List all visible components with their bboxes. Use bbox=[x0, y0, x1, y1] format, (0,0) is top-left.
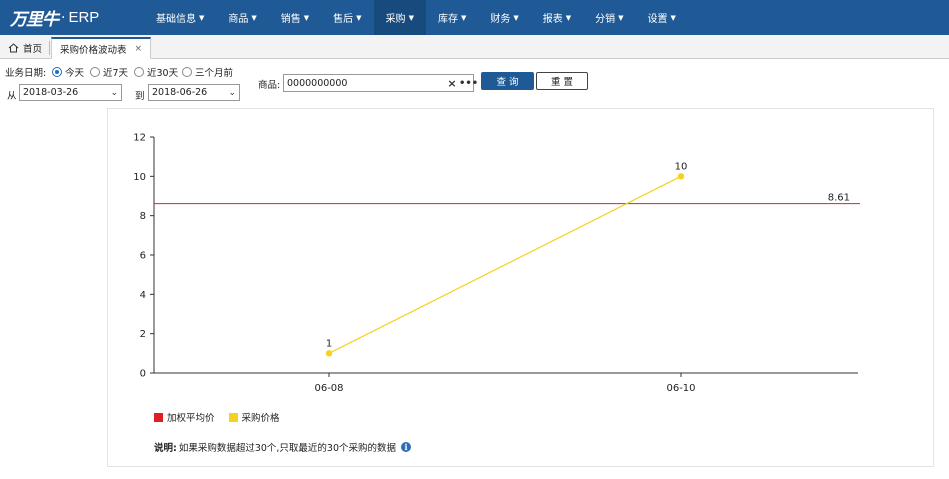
menu-goods[interactable]: 商品 ▼ bbox=[216, 0, 268, 35]
note-title: 说明: bbox=[154, 443, 177, 454]
tab-home-label: 首页 bbox=[23, 44, 43, 55]
x-tick-label: 06-08 bbox=[314, 383, 343, 394]
query-button[interactable]: 查 询 bbox=[481, 72, 534, 90]
more-icon[interactable]: ••• bbox=[459, 78, 478, 89]
y-tick-label: 8 bbox=[140, 211, 146, 222]
top-navbar: 万里牛 · ERP 基础信息 ▼ 商品 ▼ 销售 ▼ 售后 ▼ 采购 ▼ 库存 ▼ 财务 ▼ … bbox=[0, 0, 949, 35]
y-tick-label: 6 bbox=[140, 251, 146, 262]
price-fluctuation-chart: 0 2 4 6 8 10 12 06-08 06-10 8.61 1 10 bbox=[133, 133, 860, 394]
logo-dot: · bbox=[61, 9, 66, 26]
tab-purchase-price-fluctuation[interactable]: 采购价格波动表 × bbox=[51, 37, 152, 59]
radio-last-7-days[interactable]: 近7天 bbox=[90, 65, 128, 79]
chevron-down-icon: ⌄ bbox=[110, 87, 118, 98]
tab-divider bbox=[49, 41, 50, 55]
radio-last-30-days[interactable]: 近30天 bbox=[134, 65, 178, 79]
radio-today[interactable]: 今天 bbox=[52, 65, 84, 79]
to-label: 到 bbox=[135, 91, 145, 102]
to-date-value: 2018-06-26 bbox=[152, 87, 208, 98]
legend-label: 采购价格 bbox=[241, 413, 280, 424]
product-name: ERP bbox=[68, 9, 100, 26]
series-line-purchase-price bbox=[328, 175, 682, 354]
goods-field[interactable]: 0000000000 × ••• bbox=[283, 74, 478, 92]
tab-label: 采购价格波动表 bbox=[60, 44, 127, 56]
data-label-purchase-price: 1 bbox=[326, 338, 332, 349]
chevron-down-icon: ▼ bbox=[670, 13, 676, 22]
y-tick-label: 2 bbox=[140, 329, 146, 340]
chart-legend: 加权平均价 采购价格 bbox=[154, 410, 294, 424]
legend-label: 加权平均价 bbox=[167, 413, 215, 424]
chevron-down-icon: ⌄ bbox=[228, 87, 236, 98]
tab-home[interactable]: 首页 bbox=[0, 37, 50, 59]
legend-item-purchase-price[interactable]: 采购价格 bbox=[228, 410, 280, 424]
main-menu: 基础信息 ▼ 商品 ▼ 销售 ▼ 售后 ▼ 采购 ▼ 库存 ▼ 财务 ▼ 报表 ▼ 分销 ▼ 设置… bbox=[144, 0, 688, 35]
data-label-purchase-price: 10 bbox=[675, 161, 688, 172]
tab-strip: 首页 采购价格波动表 × bbox=[0, 35, 949, 59]
legend-swatch-yellow bbox=[228, 412, 238, 422]
chart-note: 说明: 如果采购数据超过30个,只取最近的30个采购的数据 i bbox=[154, 440, 412, 454]
chevron-down-icon: ▼ bbox=[303, 13, 310, 22]
chart-panel: 0 2 4 6 8 10 12 06-08 06-10 8.61 1 10 加权平均价 采购价格 说明… bbox=[107, 108, 934, 467]
brand-logo[interactable]: 万里牛 · ERP bbox=[10, 4, 99, 31]
menu-inventory[interactable]: 库存 ▼ bbox=[426, 0, 478, 35]
y-tick-label: 12 bbox=[133, 133, 146, 144]
menu-sales[interactable]: 销售 ▼ bbox=[269, 0, 321, 35]
goods-value: 0000000000 bbox=[287, 77, 348, 89]
chevron-down-icon: ▼ bbox=[513, 13, 519, 22]
y-tick-label: 4 bbox=[140, 290, 146, 301]
y-tick-label: 0 bbox=[140, 369, 146, 380]
chevron-down-icon: ▼ bbox=[356, 13, 362, 22]
legend-swatch-red bbox=[154, 412, 163, 422]
radio-circle bbox=[182, 67, 192, 77]
data-point-purchase-price bbox=[325, 350, 333, 357]
reset-button[interactable]: 重 置 bbox=[536, 72, 588, 90]
from-date-value: 2018-03-26 bbox=[23, 87, 79, 98]
menu-finance[interactable]: 财务 ▼ bbox=[478, 0, 530, 35]
y-tick-label: 10 bbox=[133, 172, 146, 183]
note-text: 如果采购数据超过30个,只取最近的30个采购的数据 bbox=[178, 443, 397, 454]
chevron-down-icon: ▼ bbox=[618, 13, 624, 22]
menu-basic-info[interactable]: 基础信息 ▼ bbox=[144, 0, 216, 35]
to-date-select[interactable]: 2018-06-26 ⌄ bbox=[148, 84, 240, 101]
info-icon[interactable]: i bbox=[401, 442, 412, 452]
home-icon bbox=[8, 43, 19, 53]
close-icon[interactable]: × bbox=[135, 44, 143, 54]
clear-icon[interactable]: × bbox=[445, 77, 459, 90]
menu-distribution[interactable]: 分销 ▼ bbox=[583, 0, 635, 35]
filter-bar: 业务日期: 今天 近7天 近30天 三个月前 从 2018-03-26 ⌄ 到 … bbox=[0, 60, 949, 106]
menu-reports[interactable]: 报表 ▼ bbox=[531, 0, 583, 35]
menu-after-sales[interactable]: 售后 ▼ bbox=[321, 0, 373, 35]
from-label: 从 bbox=[7, 91, 17, 102]
chevron-down-icon: ▼ bbox=[408, 13, 414, 22]
radio-circle bbox=[52, 67, 62, 77]
chevron-down-icon: ▼ bbox=[565, 13, 572, 22]
radio-three-months-ago[interactable]: 三个月前 bbox=[182, 65, 233, 79]
chevron-down-icon: ▼ bbox=[460, 13, 467, 22]
menu-settings[interactable]: 设置 ▼ bbox=[636, 0, 688, 35]
chevron-down-icon: ▼ bbox=[251, 13, 257, 22]
x-tick-label: 06-10 bbox=[666, 383, 695, 394]
menu-purchase[interactable]: 采购 ▼ bbox=[373, 0, 426, 35]
legend-item-weighted-average[interactable]: 加权平均价 bbox=[154, 410, 215, 424]
radio-circle bbox=[134, 67, 144, 77]
radio-circle bbox=[90, 67, 100, 77]
logo-mark: 万里牛 bbox=[10, 10, 59, 30]
business-date-label: 业务日期: bbox=[5, 68, 47, 79]
goods-label: 商品: bbox=[258, 80, 281, 91]
from-date-select[interactable]: 2018-03-26 ⌄ bbox=[19, 84, 122, 101]
data-label-weighted-average: 8.61 bbox=[828, 193, 850, 204]
chevron-down-icon: ▼ bbox=[199, 13, 205, 22]
data-point-purchase-price bbox=[677, 173, 685, 180]
